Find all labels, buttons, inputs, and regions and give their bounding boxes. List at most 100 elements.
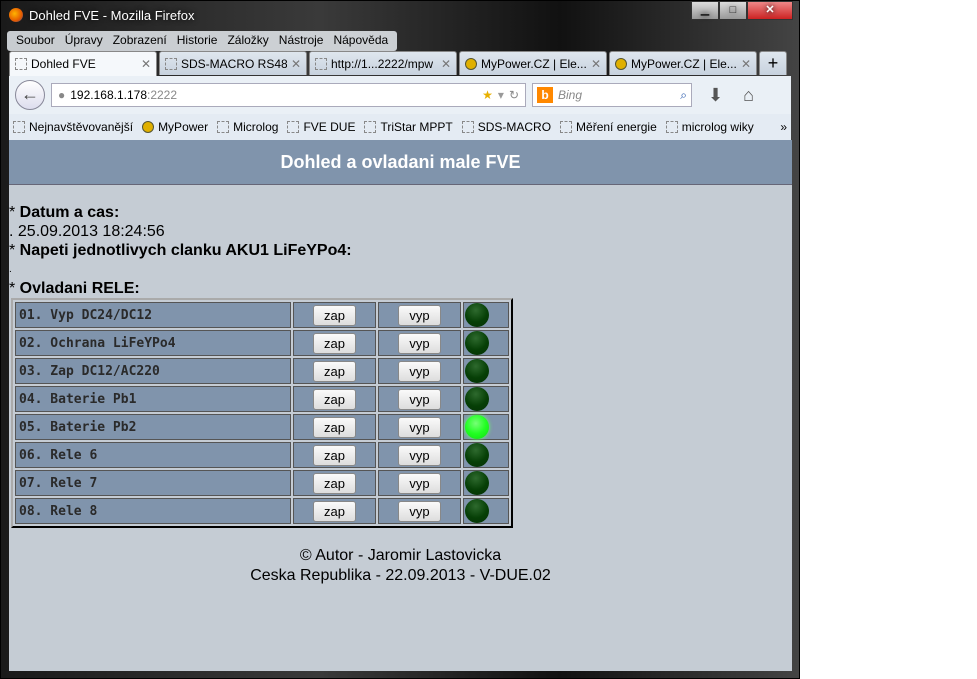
- sun-favicon-icon: [615, 57, 627, 70]
- menu-item[interactable]: Zobrazení: [108, 31, 172, 51]
- menu-item[interactable]: Soubor: [11, 31, 60, 51]
- maximize-button[interactable]: □: [719, 1, 747, 20]
- close-tab-icon[interactable]: ✕: [441, 57, 451, 71]
- bookmark-label: Nejnavštěvovanější: [29, 120, 134, 134]
- relay-off-button[interactable]: vyp: [398, 472, 441, 494]
- bookmark-icon: [217, 121, 230, 133]
- reload-icon[interactable]: ↻: [509, 88, 519, 102]
- menu-item[interactable]: Historie: [172, 31, 223, 51]
- relay-off-button[interactable]: vyp: [398, 360, 441, 382]
- blank-favicon-icon: [315, 57, 327, 70]
- bookmark-icon: [461, 121, 474, 133]
- relay-name: 05. Baterie Pb2: [15, 414, 291, 440]
- back-button[interactable]: ←: [15, 80, 45, 110]
- bookmark-star-icon[interactable]: ★: [482, 88, 493, 102]
- tab[interactable]: http://1...2222/mpw ✕: [309, 51, 457, 75]
- home-icon[interactable]: ⌂: [743, 85, 754, 106]
- relay-on-button[interactable]: zap: [313, 360, 356, 382]
- bookmark-icon: [560, 121, 573, 133]
- more-bookmarks-icon[interactable]: »: [780, 120, 787, 134]
- relay-name: 07. Rele 7: [15, 470, 291, 496]
- tab[interactable]: MyPower.CZ | Ele... ✕: [459, 51, 607, 75]
- relay-name: 04. Baterie Pb1: [15, 386, 291, 412]
- bookmark-label: TriStar MPPT: [380, 120, 453, 134]
- menu-item[interactable]: Nápověda: [328, 31, 393, 51]
- relay-on-button[interactable]: zap: [313, 444, 356, 466]
- menu-item[interactable]: Záložky: [222, 31, 273, 51]
- bookmark-item[interactable]: microlog wiky: [665, 120, 754, 134]
- footer-version: Ceska Republika - 22.09.2013 - V-DUE.02: [250, 567, 551, 584]
- close-tab-icon[interactable]: ✕: [741, 57, 751, 71]
- tab[interactable]: SDS-MACRO RS48... ✕: [159, 51, 307, 75]
- relay-status-led-icon: [465, 303, 489, 327]
- bookmark-item[interactable]: TriStar MPPT: [364, 120, 453, 134]
- search-box[interactable]: b Bing ⌕: [532, 83, 692, 107]
- tab[interactable]: MyPower.CZ | Ele... ✕: [609, 51, 757, 75]
- voltage-label: Napeti jednotlivych clanku AKU1 LiFeYPo4…: [19, 242, 352, 259]
- relay-off-button[interactable]: vyp: [398, 388, 441, 410]
- download-icon[interactable]: ⬇: [708, 85, 723, 106]
- close-tab-icon[interactable]: ✕: [591, 57, 601, 71]
- close-tab-icon[interactable]: ✕: [141, 57, 151, 71]
- relay-on-button[interactable]: zap: [313, 500, 356, 522]
- relay-status-led-icon: [465, 443, 489, 467]
- menu-item[interactable]: Nástroje: [274, 31, 329, 51]
- relay-off-button[interactable]: vyp: [398, 500, 441, 522]
- url-bar[interactable]: ● 192.168.1.178:2222 ★ ▾ ↻: [51, 83, 526, 107]
- new-tab-button[interactable]: +: [759, 51, 787, 75]
- search-icon[interactable]: ⌕: [680, 88, 687, 103]
- bookmark-item[interactable]: FVE DUE: [287, 120, 355, 134]
- firefox-icon: [9, 8, 23, 22]
- dropdown-icon[interactable]: ▾: [498, 88, 504, 102]
- relay-off-button[interactable]: vyp: [398, 304, 441, 326]
- relay-status-led-icon: [465, 471, 489, 495]
- bing-icon[interactable]: b: [537, 87, 553, 103]
- menu-bar: Soubor Úpravy Zobrazení Historie Záložky Nást…: [7, 31, 398, 51]
- close-button[interactable]: ✕: [747, 1, 793, 20]
- tab-bar: Dohled FVE ✕ SDS-MACRO RS48... ✕ http://1...…: [9, 51, 791, 76]
- relay-row: 06. Rele 6 zap vyp: [15, 442, 509, 468]
- bookmark-item[interactable]: Microlog: [217, 120, 278, 134]
- relay-off-button[interactable]: vyp: [398, 332, 441, 354]
- bookmark-label: MyPower: [158, 120, 209, 134]
- blank-favicon-icon: [15, 58, 27, 70]
- date-value: 25.09.2013 18:24:56: [17, 223, 165, 240]
- relay-name: 08. Rele 8: [15, 498, 291, 524]
- relay-name: 06. Rele 6: [15, 442, 291, 468]
- relay-row: 02. Ochrana LiFeYPo4 zap vyp: [15, 330, 509, 356]
- menu-item[interactable]: Úpravy: [60, 31, 108, 51]
- title-bar: Dohled FVE - Mozilla Firefox ▁ □ ✕: [1, 1, 799, 29]
- relay-row: 04. Baterie Pb1 zap vyp: [15, 386, 509, 412]
- bookmarks-toolbar: Nejnavštěvovanější MyPower Microlog FVE DUE…: [9, 114, 791, 140]
- bookmark-item[interactable]: Měření energie: [560, 120, 657, 134]
- close-tab-icon[interactable]: ✕: [291, 57, 301, 71]
- bookmark-label: microlog wiky: [681, 120, 754, 134]
- tab-label: Dohled FVE: [31, 57, 96, 71]
- relay-row: 05. Baterie Pb2 zap vyp: [15, 414, 509, 440]
- relay-status-led-icon: [465, 415, 489, 439]
- url-host: 192.168.1.178: [70, 88, 147, 102]
- bookmark-item[interactable]: SDS-MACRO: [461, 120, 551, 134]
- relay-name: 01. Vyp DC24/DC12: [15, 302, 291, 328]
- search-placeholder: Bing: [558, 88, 583, 102]
- relay-row: 08. Rele 8 zap vyp: [15, 498, 509, 524]
- relay-off-button[interactable]: vyp: [398, 444, 441, 466]
- relay-on-button[interactable]: zap: [313, 332, 356, 354]
- relay-on-button[interactable]: zap: [313, 388, 356, 410]
- relay-on-button[interactable]: zap: [313, 304, 356, 326]
- tab[interactable]: Dohled FVE ✕: [9, 51, 157, 76]
- minimize-button[interactable]: ▁: [691, 1, 719, 20]
- sds-favicon-icon: [165, 57, 177, 70]
- relay-status-led-icon: [465, 387, 489, 411]
- tab-label: SDS-MACRO RS48...: [181, 56, 287, 71]
- bookmark-item[interactable]: Nejnavštěvovanější: [13, 120, 133, 134]
- bookmark-item[interactable]: MyPower: [142, 120, 208, 134]
- relay-on-button[interactable]: zap: [313, 472, 356, 494]
- bookmark-label: FVE DUE: [303, 120, 356, 134]
- relay-status-led-icon: [465, 499, 489, 523]
- bookmark-icon: [13, 121, 25, 133]
- relay-on-button[interactable]: zap: [313, 416, 356, 438]
- tab-label: http://1...2222/mpw: [331, 56, 434, 71]
- date-label: Datum a cas:: [19, 204, 120, 221]
- relay-off-button[interactable]: vyp: [398, 416, 441, 438]
